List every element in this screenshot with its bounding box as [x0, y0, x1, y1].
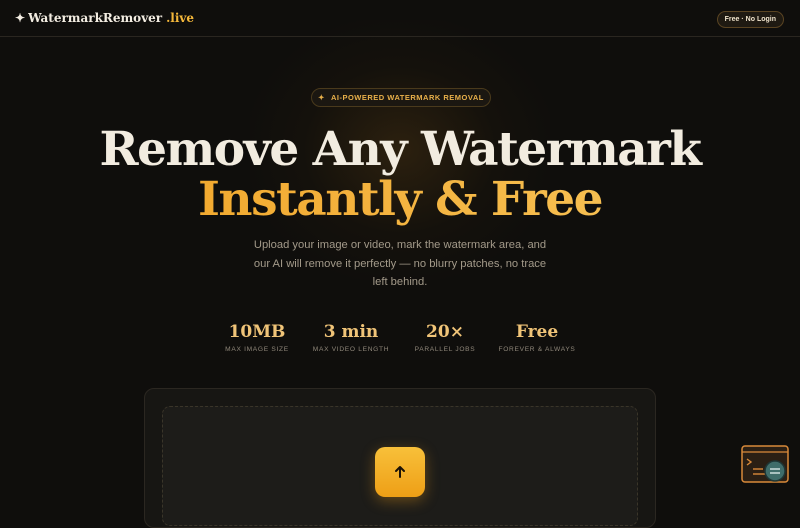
hero-tag-label: AI-POWERED WATERMARK REMOVAL: [330, 93, 484, 102]
stat-value: 20×: [426, 322, 464, 342]
stats-row: 10MB MAX IMAGE SIZE 3 min MAX VIDEO LENG…: [0, 322, 800, 358]
stat-value: 10MB: [228, 322, 286, 342]
developer-tools-widget-icon[interactable]: [741, 445, 789, 485]
logo-name: WatermarkRemover: [28, 11, 163, 25]
top-navbar: ✦ WatermarkRemover .live Free · No Login: [0, 0, 800, 37]
sparkle-icon: ✦: [318, 93, 325, 102]
stat-label: MAX IMAGE SIZE: [225, 346, 289, 353]
stat-max-image-size: 10MB MAX IMAGE SIZE: [222, 322, 292, 353]
hero-title-line-1: Remove Any Watermark: [99, 122, 702, 177]
sparkle-icon: ✦: [15, 11, 26, 25]
stat-parallel-jobs: 20× PARALLEL JOBS: [410, 322, 480, 353]
free-no-login-badge: Free · No Login: [716, 11, 784, 28]
stat-label: PARALLEL JOBS: [414, 346, 476, 353]
site-logo[interactable]: ✦ WatermarkRemover .live: [15, 11, 194, 25]
hero-description: Upload your image or video, mark the wat…: [253, 239, 547, 288]
logo-tld: .live: [166, 11, 195, 25]
hero-title-line-2: Instantly & Free: [0, 172, 800, 227]
stat-label: MAX VIDEO LENGTH: [312, 346, 390, 353]
stat-value: Free: [515, 322, 559, 342]
stat-max-video-length: 3 min MAX VIDEO LENGTH: [310, 322, 392, 353]
stat-forever-always: Free FOREVER & ALWAYS: [497, 322, 577, 353]
upload-button[interactable]: [375, 447, 425, 497]
arrow-up-icon: [395, 466, 405, 478]
stat-value: 3 min: [323, 322, 379, 342]
hero-tag: ✦ AI-POWERED WATERMARK REMOVAL: [311, 88, 491, 107]
stat-label: FOREVER & ALWAYS: [498, 346, 576, 353]
